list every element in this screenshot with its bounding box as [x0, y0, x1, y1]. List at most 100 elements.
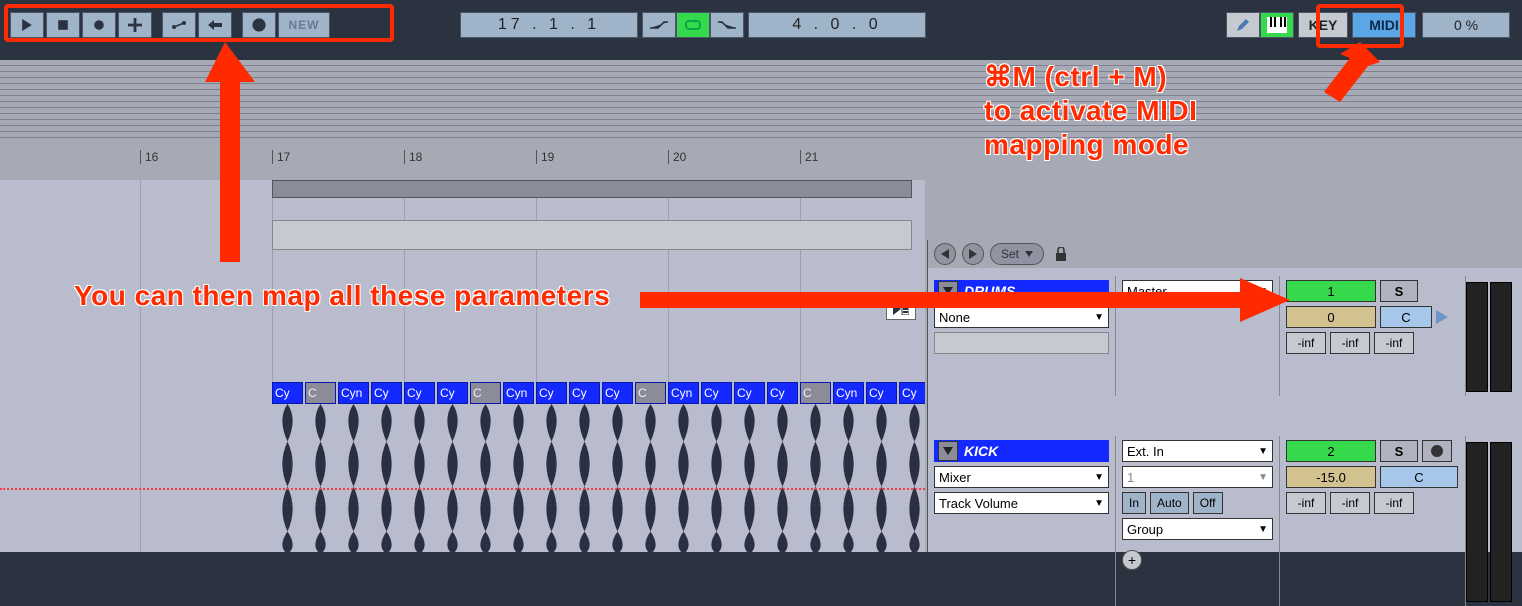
- transport-group: [10, 12, 152, 38]
- loop-brace[interactable]: [272, 180, 912, 198]
- automation-icon: [171, 19, 187, 31]
- clip-header[interactable]: Cy: [602, 382, 633, 404]
- drums-send-b[interactable]: -inf: [1330, 332, 1370, 354]
- clip-waveform: [800, 404, 831, 552]
- playhead-marker[interactable]: [886, 298, 916, 320]
- kick-gain: -15.0: [1316, 470, 1346, 485]
- track-kick-audio-from[interactable]: Ext. In▼: [1122, 440, 1273, 462]
- automation-group: [162, 12, 232, 38]
- clip-header[interactable]: C: [800, 382, 831, 404]
- track-kick-channel[interactable]: 1▼: [1122, 466, 1273, 488]
- clip-area[interactable]: CyCCynCyCyCyCCynCyCyCyCCynCyCyCyCCynCyCy: [0, 180, 925, 552]
- track-drums-device-select[interactable]: None▼: [934, 306, 1109, 328]
- draw-mode-button[interactable]: [1226, 12, 1260, 38]
- clip-header[interactable]: Cyn: [338, 382, 369, 404]
- play-button[interactable]: [10, 12, 44, 38]
- track-drums-activator[interactable]: 1: [1286, 280, 1376, 302]
- kick-send-c[interactable]: -inf: [1374, 492, 1414, 514]
- arrangement-position-display[interactable]: 17 . 1 . 1: [460, 12, 638, 38]
- clip-header[interactable]: C: [635, 382, 666, 404]
- overdub-button[interactable]: [118, 12, 152, 38]
- track-kick-input-type[interactable]: Mixer▼: [934, 466, 1109, 488]
- drums-send-a[interactable]: -inf: [1286, 332, 1326, 354]
- ruler-tick-19: 19: [536, 150, 554, 164]
- key-map-mode-button[interactable]: KEY: [1298, 12, 1348, 38]
- clip-header[interactable]: Cy: [569, 382, 600, 404]
- play-icon: [21, 19, 33, 31]
- track-kick-name: KICK: [964, 443, 998, 459]
- computer-midi-keyboard-button[interactable]: [1260, 12, 1294, 38]
- lock-button[interactable]: [1050, 243, 1072, 265]
- monitor-auto-button[interactable]: Auto: [1150, 492, 1189, 514]
- kick-send-b[interactable]: -inf: [1330, 492, 1370, 514]
- track-drums-delay[interactable]: 0: [1286, 306, 1376, 328]
- nav-back-button[interactable]: [934, 243, 956, 265]
- clip-header[interactable]: Cy: [404, 382, 435, 404]
- clip-header[interactable]: C: [470, 382, 501, 404]
- clip-header[interactable]: Cyn: [668, 382, 699, 404]
- arrow-left-icon: [208, 20, 222, 30]
- punch-out-button[interactable]: [710, 12, 744, 38]
- track-kick-activator[interactable]: 2: [1286, 440, 1376, 462]
- session-record-button[interactable]: [242, 12, 276, 38]
- add-return-button[interactable]: +: [1122, 550, 1142, 570]
- drums-send-c[interactable]: -inf: [1374, 332, 1414, 354]
- track-drums-solo[interactable]: S: [1380, 280, 1418, 302]
- back-to-arrangement-button[interactable]: [198, 12, 232, 38]
- loop-length-display[interactable]: 4 . 0 . 0: [748, 12, 926, 38]
- clip-header[interactable]: Cy: [734, 382, 765, 404]
- track-kick-volume[interactable]: -15.0: [1286, 466, 1376, 488]
- clip-header[interactable]: Cy: [899, 382, 925, 404]
- set-selector[interactable]: Set: [990, 243, 1044, 265]
- meter-right: [1490, 442, 1512, 602]
- capture-new-button[interactable]: NEW: [278, 12, 330, 38]
- track-fold-button[interactable]: [938, 281, 958, 301]
- arrangement-header-lines: [0, 60, 1522, 140]
- track-drums-pan[interactable]: C: [1380, 306, 1432, 328]
- kick-channel: 1: [1127, 470, 1134, 485]
- clip-header[interactable]: Cy: [371, 382, 402, 404]
- clip-header[interactable]: Cy: [866, 382, 897, 404]
- play-marker-icon: [893, 303, 909, 315]
- loop-button[interactable]: [676, 12, 710, 38]
- annotation-midi-help: ⌘M (ctrl + M) to activate MIDI mapping m…: [984, 60, 1197, 162]
- clip-waveform: [371, 404, 402, 552]
- clip-header[interactable]: Cyn: [833, 382, 864, 404]
- track-kick-mixer-col: 2 S -15.0 C -inf -inf -inf: [1280, 436, 1466, 606]
- automation-arm-button[interactable]: [162, 12, 196, 38]
- monitor-off-button[interactable]: Off: [1193, 492, 1223, 514]
- track-drums-header[interactable]: DRUMS: [934, 280, 1109, 302]
- clip-waveform: [866, 404, 897, 552]
- punch-in-button[interactable]: [642, 12, 676, 38]
- record-button[interactable]: [82, 12, 116, 38]
- clip-header[interactable]: Cy: [767, 382, 798, 404]
- track-drums-output-select[interactable]: Master▼: [1122, 280, 1273, 302]
- clip-header[interactable]: C: [305, 382, 336, 404]
- clip-waveform: [437, 404, 468, 552]
- drums-num2: 0: [1327, 310, 1334, 325]
- track-kick-input-channel[interactable]: Track Volume▼: [934, 492, 1109, 514]
- pencil-icon: [1235, 17, 1251, 33]
- clip-header[interactable]: Cy: [701, 382, 732, 404]
- punch-in-icon: [650, 20, 668, 30]
- clip-header[interactable]: Cy: [437, 382, 468, 404]
- set-navigation-bar: Set: [928, 240, 1522, 268]
- track-kick: KICK Mixer▼ Track Volume▼ Ext. In▼ 1▼ In…: [928, 436, 1522, 606]
- nav-forward-button[interactable]: [962, 243, 984, 265]
- track-kick-pan[interactable]: C: [1380, 466, 1458, 488]
- timeline-ruler[interactable]: 16 17 18 19 20 21: [0, 150, 1522, 176]
- track-kick-solo[interactable]: S: [1380, 440, 1418, 462]
- transport-toolbar: NEW 17 . 1 . 1 4 . 0 . 0 KEY MIDI 0 %: [0, 10, 1522, 40]
- cpu-load-display: 0 %: [1422, 12, 1510, 38]
- kick-send-a[interactable]: -inf: [1286, 492, 1326, 514]
- midi-map-mode-button[interactable]: MIDI: [1352, 12, 1416, 38]
- track-kick-header[interactable]: KICK: [934, 440, 1109, 462]
- track-fold-button[interactable]: [938, 441, 958, 461]
- clip-header[interactable]: Cyn: [503, 382, 534, 404]
- clip-header[interactable]: Cy: [272, 382, 303, 404]
- track-kick-group-select[interactable]: Group▼: [1122, 518, 1273, 540]
- monitor-in-button[interactable]: In: [1122, 492, 1146, 514]
- stop-button[interactable]: [46, 12, 80, 38]
- clip-header[interactable]: Cy: [536, 382, 567, 404]
- track-kick-arm[interactable]: [1422, 440, 1452, 462]
